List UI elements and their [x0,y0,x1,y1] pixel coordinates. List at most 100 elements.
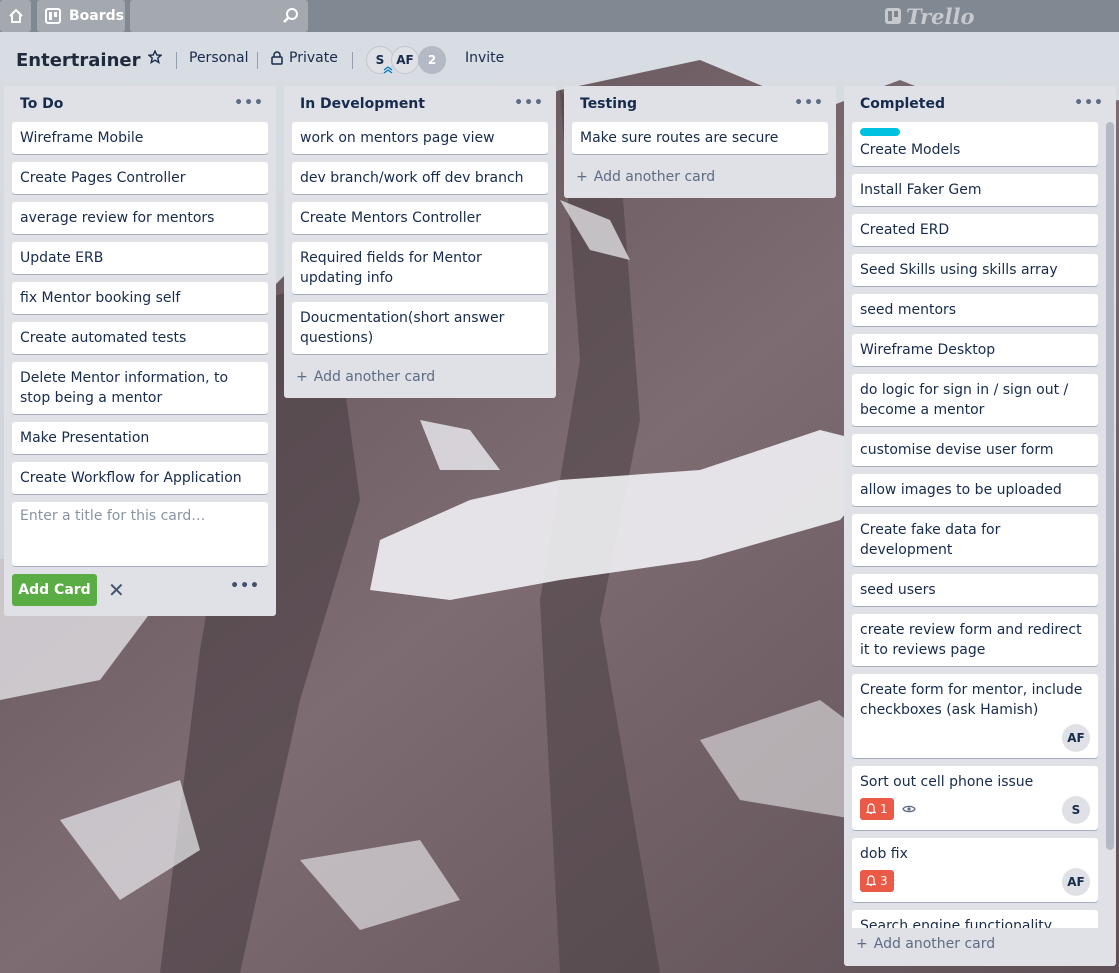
card-title: Create Models [860,142,961,158]
card[interactable]: seed users [852,574,1098,606]
list-in-development: In Development ••• work on mentors page … [284,86,556,398]
header-divider [352,52,353,69]
card-member-avatar[interactable]: S [1062,796,1090,824]
card-title: Create form for mentor, include checkbox… [860,682,1083,718]
list-menu-button[interactable]: ••• [514,95,544,111]
member-avatar[interactable]: AF [391,46,419,74]
watch-eye-icon [901,805,916,813]
card[interactable]: Make sure routes are secure [572,122,828,154]
bell-icon [866,803,876,815]
team-label: Personal [189,50,249,66]
card-member-avatar[interactable]: AF [1062,868,1090,896]
admin-chevron-icon [383,66,393,74]
trello-logo-icon [885,8,901,24]
add-another-card-label: Add another card [313,369,436,385]
invite-label: Invite [465,50,505,66]
top-navigation-bar: Boards Trello [0,0,1119,32]
card[interactable]: customise devise user form [852,434,1098,466]
member-count-badge[interactable]: 2 [418,46,446,74]
card[interactable]: dob fix 3 AF [852,838,1098,902]
list-menu-button[interactable]: ••• [234,95,264,111]
list-cards: work on mentors page view dev branch/wor… [284,122,556,354]
card[interactable]: Make Presentation [12,422,268,454]
list-title[interactable]: Testing [580,96,637,112]
card[interactable]: fix Mentor booking self [12,282,268,314]
list-cards-scroll-area[interactable]: Create Models Install Faker Gem Created … [844,122,1116,928]
card[interactable]: Create fake data for development [852,514,1098,566]
invite-button[interactable]: Invite [465,50,504,66]
home-button[interactable] [0,0,31,32]
card[interactable]: work on mentors page view [292,122,548,154]
team-button[interactable]: Personal [189,50,249,66]
list-todo: To Do ••• Wireframe Mobile Create Pages … [4,86,276,616]
badge-count: 3 [880,874,888,888]
board-title[interactable]: Entertrainer [16,50,141,71]
card-title-textarea[interactable]: Enter a title for this card… [12,502,268,566]
header-divider [176,52,177,69]
add-another-card-button[interactable]: + Add another card [284,362,556,396]
card[interactable]: Create Pages Controller [12,162,268,194]
plus-icon: + [576,169,588,185]
header-divider [257,52,258,69]
due-date-badge[interactable]: 1 [860,798,894,820]
card-member-avatar[interactable]: AF [1062,724,1090,752]
card-label-cyan[interactable] [860,128,900,136]
list-header: To Do ••• [4,86,276,122]
list-header: In Development ••• [284,86,556,122]
add-card-button[interactable]: Add Card [12,574,97,606]
card[interactable]: Doucmentation(short answer questions) [292,302,548,354]
badge-count: 1 [880,802,888,816]
card-badges: 1 [860,798,1090,820]
card-title: Search engine functionality [860,918,1053,928]
card[interactable]: do logic for sign in / sign out / become… [852,374,1098,426]
add-another-card-button[interactable]: + Add another card [564,162,836,196]
add-another-card-label: Add another card [593,169,716,185]
lock-icon [271,51,283,65]
card[interactable]: Required fields for Mentor updating info [292,242,548,294]
list-cards: Make sure routes are secure [564,122,836,154]
search-icon[interactable] [282,7,300,25]
list-title[interactable]: In Development [300,96,425,112]
visibility-button[interactable]: Private [271,50,338,66]
card[interactable]: Create Models [852,122,1098,166]
card[interactable]: create review form and redirect it to re… [852,614,1098,666]
close-icon[interactable]: ✕ [108,578,125,602]
star-icon [148,50,162,64]
due-date-badge[interactable]: 3 [860,870,894,892]
card[interactable]: Wireframe Mobile [12,122,268,154]
card[interactable]: average review for mentors [12,202,268,234]
card[interactable]: Seed Skills using skills array [852,254,1098,286]
list-scrollbar[interactable] [1106,122,1114,850]
composer-more-button[interactable]: ••• [230,578,260,594]
star-button[interactable] [148,50,162,64]
plus-icon: + [856,936,868,952]
logo-text: Trello [906,3,975,29]
card[interactable]: Wireframe Desktop [852,334,1098,366]
list-title[interactable]: To Do [20,96,63,112]
visibility-label: Private [289,50,338,66]
card[interactable]: Search engine functionality [852,910,1098,928]
boards-button[interactable]: Boards [37,0,125,32]
trello-logo[interactable]: Trello [884,3,975,29]
card[interactable]: Create automated tests [12,322,268,354]
add-another-card-button[interactable]: + Add another card [844,928,1116,962]
board-header: Entertrainer Personal Private S AF 2 Inv… [0,36,1119,84]
card[interactable]: Sort out cell phone issue 1 S [852,766,1098,830]
card[interactable]: Delete Mentor information, to stop being… [12,362,268,414]
home-icon [8,8,23,23]
boards-icon [45,8,61,24]
card[interactable]: Created ERD [852,214,1098,246]
card[interactable]: allow images to be uploaded [852,474,1098,506]
list-menu-button[interactable]: ••• [794,95,824,111]
card[interactable]: dev branch/work off dev branch [292,162,548,194]
card[interactable]: Update ERB [12,242,268,274]
list-menu-button[interactable]: ••• [1074,95,1104,111]
list-header: Testing ••• [564,86,836,122]
card[interactable]: Create form for mentor, include checkbox… [852,674,1098,758]
card[interactable]: Install Faker Gem [852,174,1098,206]
card[interactable]: Create Mentors Controller [292,202,548,234]
list-title[interactable]: Completed [860,96,945,112]
card[interactable]: Create Workflow for Application [12,462,268,494]
card[interactable]: seed mentors [852,294,1098,326]
search-input[interactable] [130,0,308,32]
